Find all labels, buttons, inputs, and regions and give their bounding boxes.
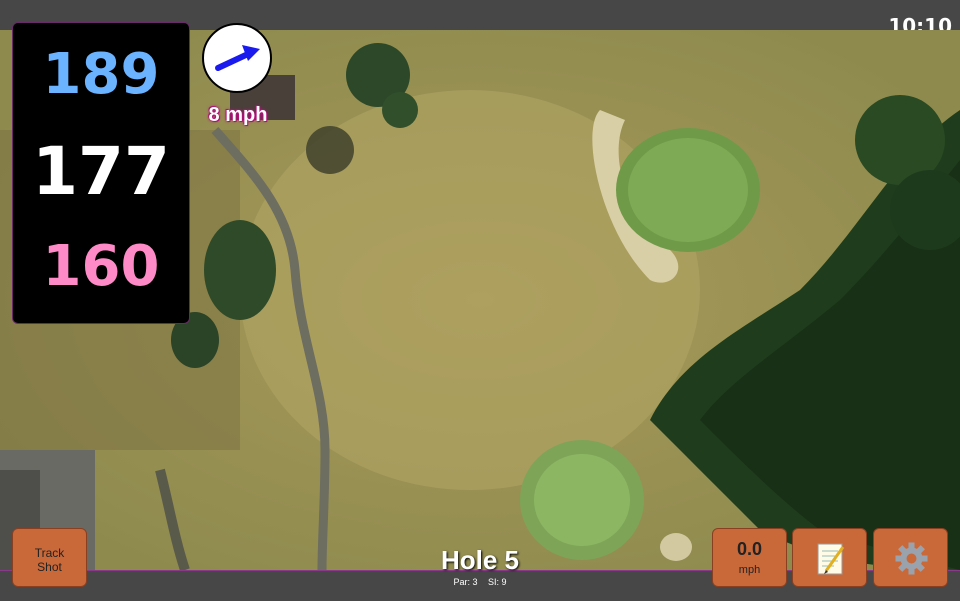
settings-button[interactable] [873,528,948,587]
track-shot-button[interactable]: Track Shot [12,528,87,587]
track-shot-label-line2: Shot [37,560,62,574]
notes-button[interactable] [792,528,867,587]
back-distance: 189 [42,42,160,107]
par-label: Par: 3 [453,577,478,587]
wind-speed-unit: mph [738,564,761,576]
track-shot-label-line1: Track [34,546,65,560]
wind-speed-label: 8 mph [208,104,268,126]
gear-icon [895,542,928,575]
notepad-icon [817,543,845,575]
arrow-icon [215,45,260,71]
wind-speed-button[interactable]: 0.0 mph [712,528,787,587]
wind-direction-dial [202,23,272,93]
hole-title: Hole 5 [440,545,520,575]
middle-distance: 177 [32,133,170,210]
wind-speed-value: 0.0 [736,539,763,559]
stroke-index-label: SI: 9 [488,577,507,587]
hole-info: Par: 3 SI: 9 [380,577,580,587]
distance-panel: 189 177 160 [12,22,190,324]
front-distance: 160 [42,234,160,299]
